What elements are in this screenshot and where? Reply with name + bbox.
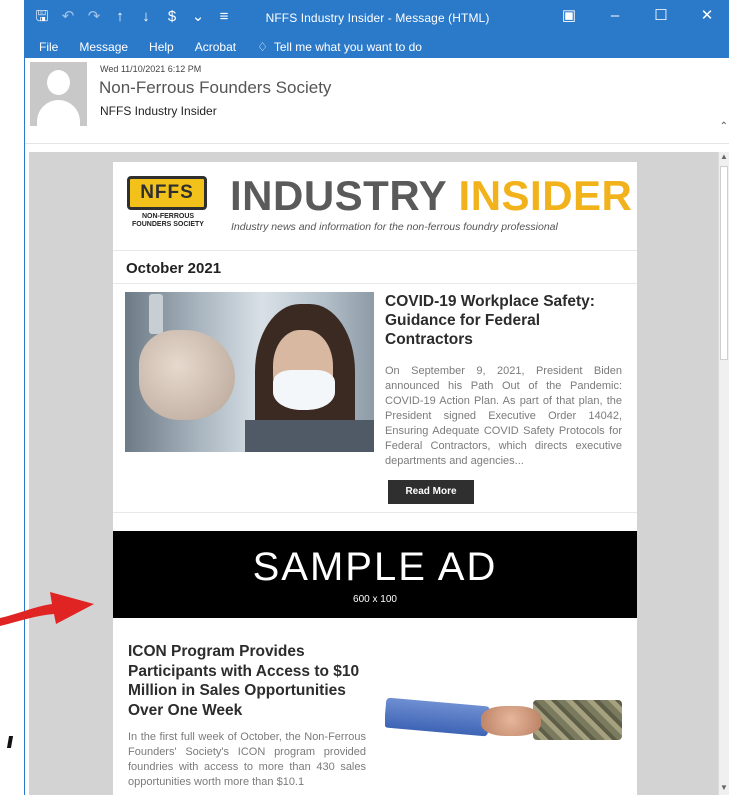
- scroll-down-icon[interactable]: ▼: [719, 783, 729, 795]
- sent-date: Wed 11/10/2021 6:12 PM: [100, 64, 202, 74]
- article-summary: In the first full week of October, the N…: [128, 731, 366, 788]
- outlook-message-window: 🖫 ↶ ↷ ↑ ↓ $ ⌄ ≡ NFFS Industry Insider - …: [24, 0, 729, 795]
- menu-acrobat[interactable]: Acrobat: [195, 40, 236, 54]
- annotation-mark: [6, 736, 14, 748]
- close-icon[interactable]: ✕: [684, 6, 729, 28]
- article-title[interactable]: ICON Program Provides Participants with …: [128, 642, 368, 720]
- collapse-header-icon[interactable]: ⌃: [720, 121, 728, 132]
- sender-name[interactable]: Non-Ferrous Founders Society: [99, 78, 331, 98]
- logo-line-1: NON-FERROUS: [141, 213, 195, 220]
- divider: [113, 250, 637, 251]
- menu-bar: File Message Help Acrobat ♢ Tell me what…: [25, 36, 729, 58]
- scroll-up-icon[interactable]: ▲: [719, 152, 729, 164]
- message-header: Wed 11/10/2021 6:12 PM Non-Ferrous Found…: [25, 58, 729, 144]
- photo-handshake: [481, 706, 541, 736]
- reading-pane: NFFS NON-FERROUS FOUNDERS SOCIETY INDUST…: [29, 152, 729, 795]
- photo-blue-sleeve: [385, 697, 491, 737]
- newsletter-body: NFFS NON-FERROUS FOUNDERS SOCIETY INDUST…: [113, 162, 637, 795]
- photo-camo-sleeve: [533, 700, 622, 740]
- minimize-icon[interactable]: –: [592, 6, 638, 28]
- article-title[interactable]: COVID-19 Workplace Safety: Guidance for …: [385, 292, 627, 349]
- tell-me-box[interactable]: ♢ Tell me what you want to do: [257, 40, 422, 54]
- photo-shirt: [245, 420, 374, 452]
- logo-org-name: NON-FERROUS FOUNDERS SOCIETY: [125, 213, 211, 229]
- maximize-icon[interactable]: ☐: [638, 6, 684, 28]
- banner-word-insider: INSIDER: [458, 172, 633, 219]
- avatar-head: [47, 70, 70, 95]
- article-summary: On September 9, 2021, President Biden an…: [385, 365, 622, 467]
- photo-hands: [139, 330, 235, 420]
- handshake-photo[interactable]: [385, 692, 622, 751]
- vertical-scrollbar[interactable]: ▲ ▼: [718, 152, 729, 795]
- issue-heading: October 2021: [126, 260, 222, 277]
- ad-size: 600 x 100: [353, 594, 397, 605]
- sample-ad-banner[interactable]: SAMPLE AD 600 x 100: [113, 531, 637, 618]
- red-arrow-icon: [0, 592, 94, 626]
- covid-article-photo[interactable]: [125, 292, 374, 452]
- window-controls: ▣ – ☐ ✕: [546, 6, 729, 28]
- menu-help[interactable]: Help: [149, 40, 174, 54]
- logo-line-2: FOUNDERS SOCIETY: [132, 221, 204, 228]
- lightbulb-icon: ♢: [257, 40, 268, 54]
- tell-me-label: Tell me what you want to do: [273, 40, 422, 54]
- menu-file[interactable]: File: [39, 40, 58, 54]
- title-bar: 🖫 ↶ ↷ ↑ ↓ $ ⌄ ≡ NFFS Industry Insider - …: [25, 0, 729, 36]
- banner-word-industry: INDUSTRY: [230, 172, 447, 219]
- divider: [113, 512, 637, 513]
- ad-headline: SAMPLE AD: [252, 545, 498, 589]
- photo-mask: [273, 370, 335, 410]
- logo-emblem: NFFS: [127, 176, 207, 210]
- banner-title: INDUSTRY INSIDER: [230, 172, 632, 220]
- avatar-body: [37, 100, 80, 126]
- banner-tagline: Industry news and information for the no…: [231, 221, 558, 233]
- restore-ribbon-icon[interactable]: ▣: [546, 6, 592, 28]
- screenshot: 🖫 ↶ ↷ ↑ ↓ $ ⌄ ≡ NFFS Industry Insider - …: [0, 0, 729, 795]
- divider: [113, 283, 637, 284]
- read-more-button[interactable]: Read More: [388, 480, 474, 504]
- nffs-logo: NFFS NON-FERROUS FOUNDERS SOCIETY: [125, 174, 211, 232]
- menu-message[interactable]: Message: [79, 40, 128, 54]
- scroll-thumb[interactable]: [720, 166, 728, 360]
- avatar: [30, 62, 87, 126]
- photo-faucet: [149, 294, 163, 334]
- subject-line: NFFS Industry Insider: [100, 104, 217, 118]
